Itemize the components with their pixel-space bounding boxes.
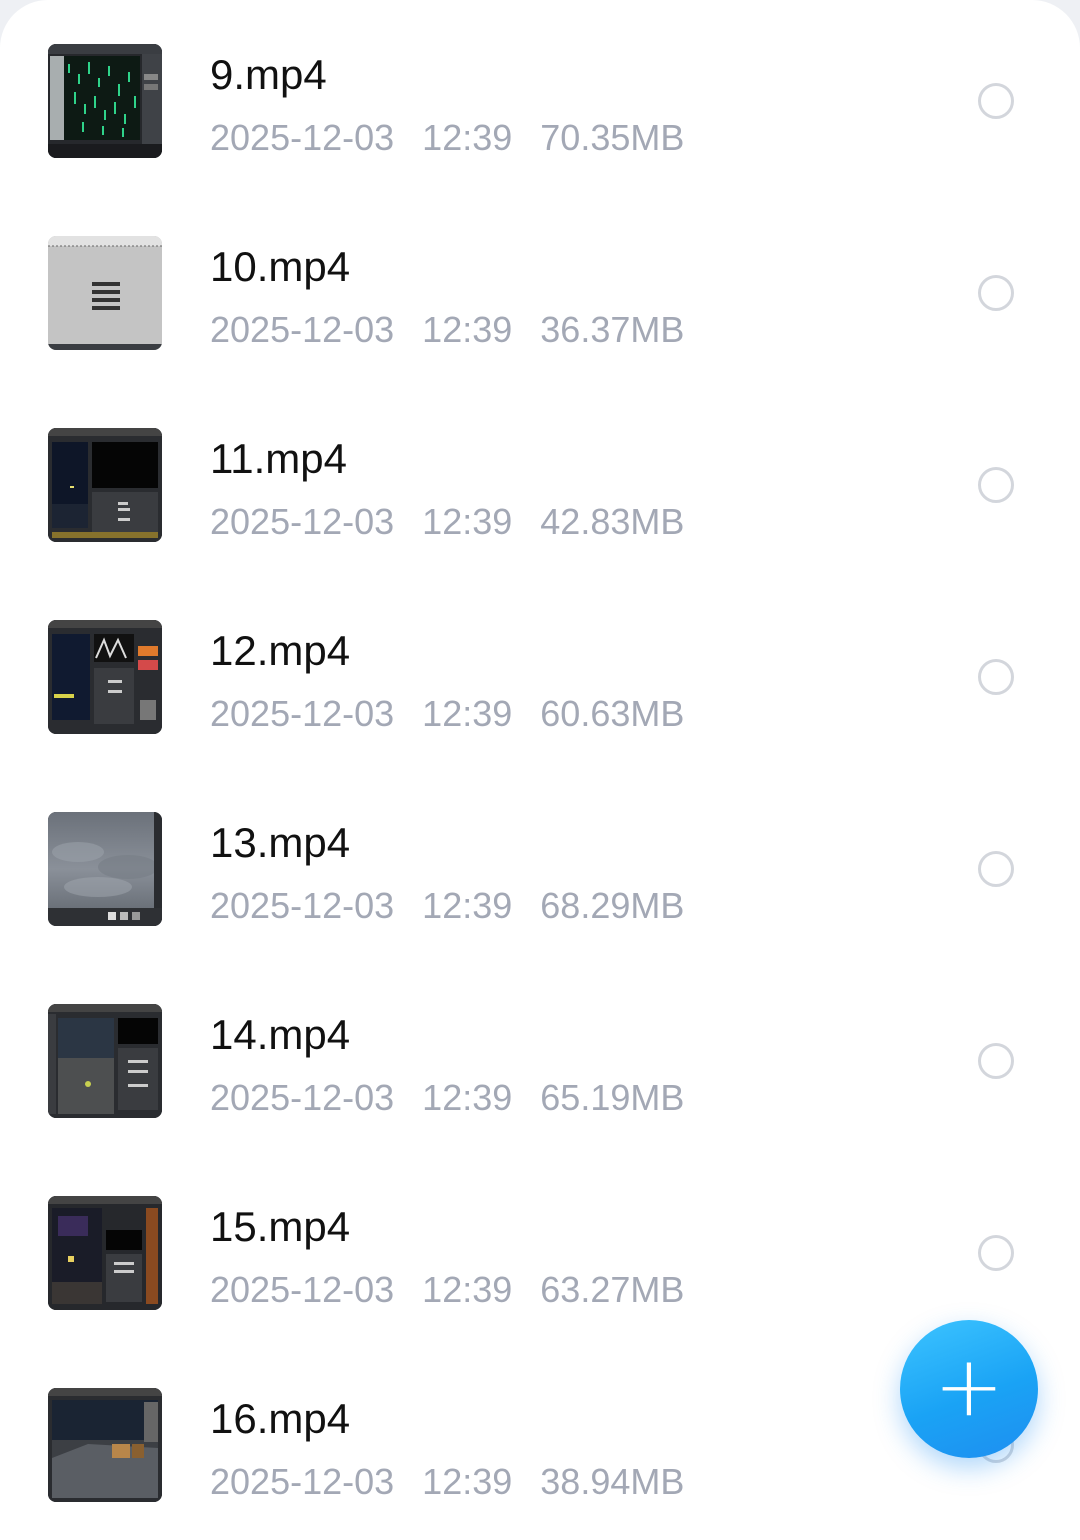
video-thumbnail [48, 44, 162, 158]
file-size: 36.37MB [540, 309, 685, 350]
file-date: 2025-12-03 [210, 693, 395, 734]
file-name: 11.mp4 [210, 435, 347, 482]
file-meta: 2025-12-03 12:39 65.19MB [210, 1076, 702, 1120]
file-name: 14.mp4 [210, 1011, 351, 1058]
file-meta: 2025-12-03 12:39 70.35MB [210, 116, 702, 160]
select-radio[interactable] [978, 851, 1014, 887]
select-radio[interactable] [978, 659, 1014, 695]
file-time: 12:39 [422, 309, 513, 350]
select-radio[interactable] [978, 83, 1014, 119]
select-radio[interactable] [978, 1235, 1014, 1271]
video-thumbnail [48, 428, 162, 542]
file-name: 13.mp4 [210, 819, 351, 866]
file-list-panel: 9.mp4 2025-12-03 12:39 70.35MB 10.mp4 20… [0, 0, 1080, 1540]
list-item[interactable]: 9.mp4 2025-12-03 12:39 70.35MB [0, 0, 1080, 192]
video-thumbnail [48, 1388, 162, 1502]
file-date: 2025-12-03 [210, 1461, 395, 1502]
file-date: 2025-12-03 [210, 501, 395, 542]
select-radio[interactable] [978, 1043, 1014, 1079]
list-item[interactable]: 14.mp4 2025-12-03 12:39 65.19MB [0, 960, 1080, 1152]
plus-icon: + [933, 1337, 1005, 1435]
add-button[interactable]: + [900, 1320, 1038, 1458]
file-name: 10.mp4 [210, 243, 351, 290]
file-date: 2025-12-03 [210, 885, 395, 926]
file-date: 2025-12-03 [210, 117, 395, 158]
list-item[interactable]: 10.mp4 2025-12-03 12:39 36.37MB [0, 192, 1080, 384]
file-name: 15.mp4 [210, 1203, 351, 1250]
video-thumbnail [48, 1196, 162, 1310]
file-name: 9.mp4 [210, 51, 327, 98]
file-size: 65.19MB [540, 1077, 685, 1118]
file-meta: 2025-12-03 12:39 36.37MB [210, 308, 702, 352]
file-time: 12:39 [422, 693, 513, 734]
video-thumbnail [48, 620, 162, 734]
list-item[interactable]: 12.mp4 2025-12-03 12:39 60.63MB [0, 576, 1080, 768]
file-time: 12:39 [422, 1269, 513, 1310]
select-radio[interactable] [978, 275, 1014, 311]
file-time: 12:39 [422, 117, 513, 158]
video-thumbnail [48, 1004, 162, 1118]
file-meta: 2025-12-03 12:39 68.29MB [210, 884, 702, 928]
list-item[interactable]: 11.mp4 2025-12-03 12:39 42.83MB [0, 384, 1080, 576]
select-radio[interactable] [978, 467, 1014, 503]
file-name: 12.mp4 [210, 627, 351, 674]
file-date: 2025-12-03 [210, 309, 395, 350]
file-meta: 2025-12-03 12:39 60.63MB [210, 692, 702, 736]
list-item[interactable]: 13.mp4 2025-12-03 12:39 68.29MB [0, 768, 1080, 960]
file-date: 2025-12-03 [210, 1077, 395, 1118]
video-thumbnail [48, 236, 162, 350]
file-size: 70.35MB [540, 117, 685, 158]
file-size: 68.29MB [540, 885, 685, 926]
file-size: 63.27MB [540, 1269, 685, 1310]
file-meta: 2025-12-03 12:39 63.27MB [210, 1268, 702, 1312]
video-thumbnail [48, 812, 162, 926]
file-meta: 2025-12-03 12:39 38.94MB [210, 1460, 702, 1504]
file-name: 16.mp4 [210, 1395, 351, 1442]
file-size: 38.94MB [540, 1461, 685, 1502]
file-size: 42.83MB [540, 501, 685, 542]
file-time: 12:39 [422, 1077, 513, 1118]
file-size: 60.63MB [540, 693, 685, 734]
file-time: 12:39 [422, 501, 513, 542]
list-item[interactable]: 15.mp4 2025-12-03 12:39 63.27MB [0, 1152, 1080, 1344]
file-time: 12:39 [422, 885, 513, 926]
file-meta: 2025-12-03 12:39 42.83MB [210, 500, 702, 544]
file-date: 2025-12-03 [210, 1269, 395, 1310]
file-time: 12:39 [422, 1461, 513, 1502]
